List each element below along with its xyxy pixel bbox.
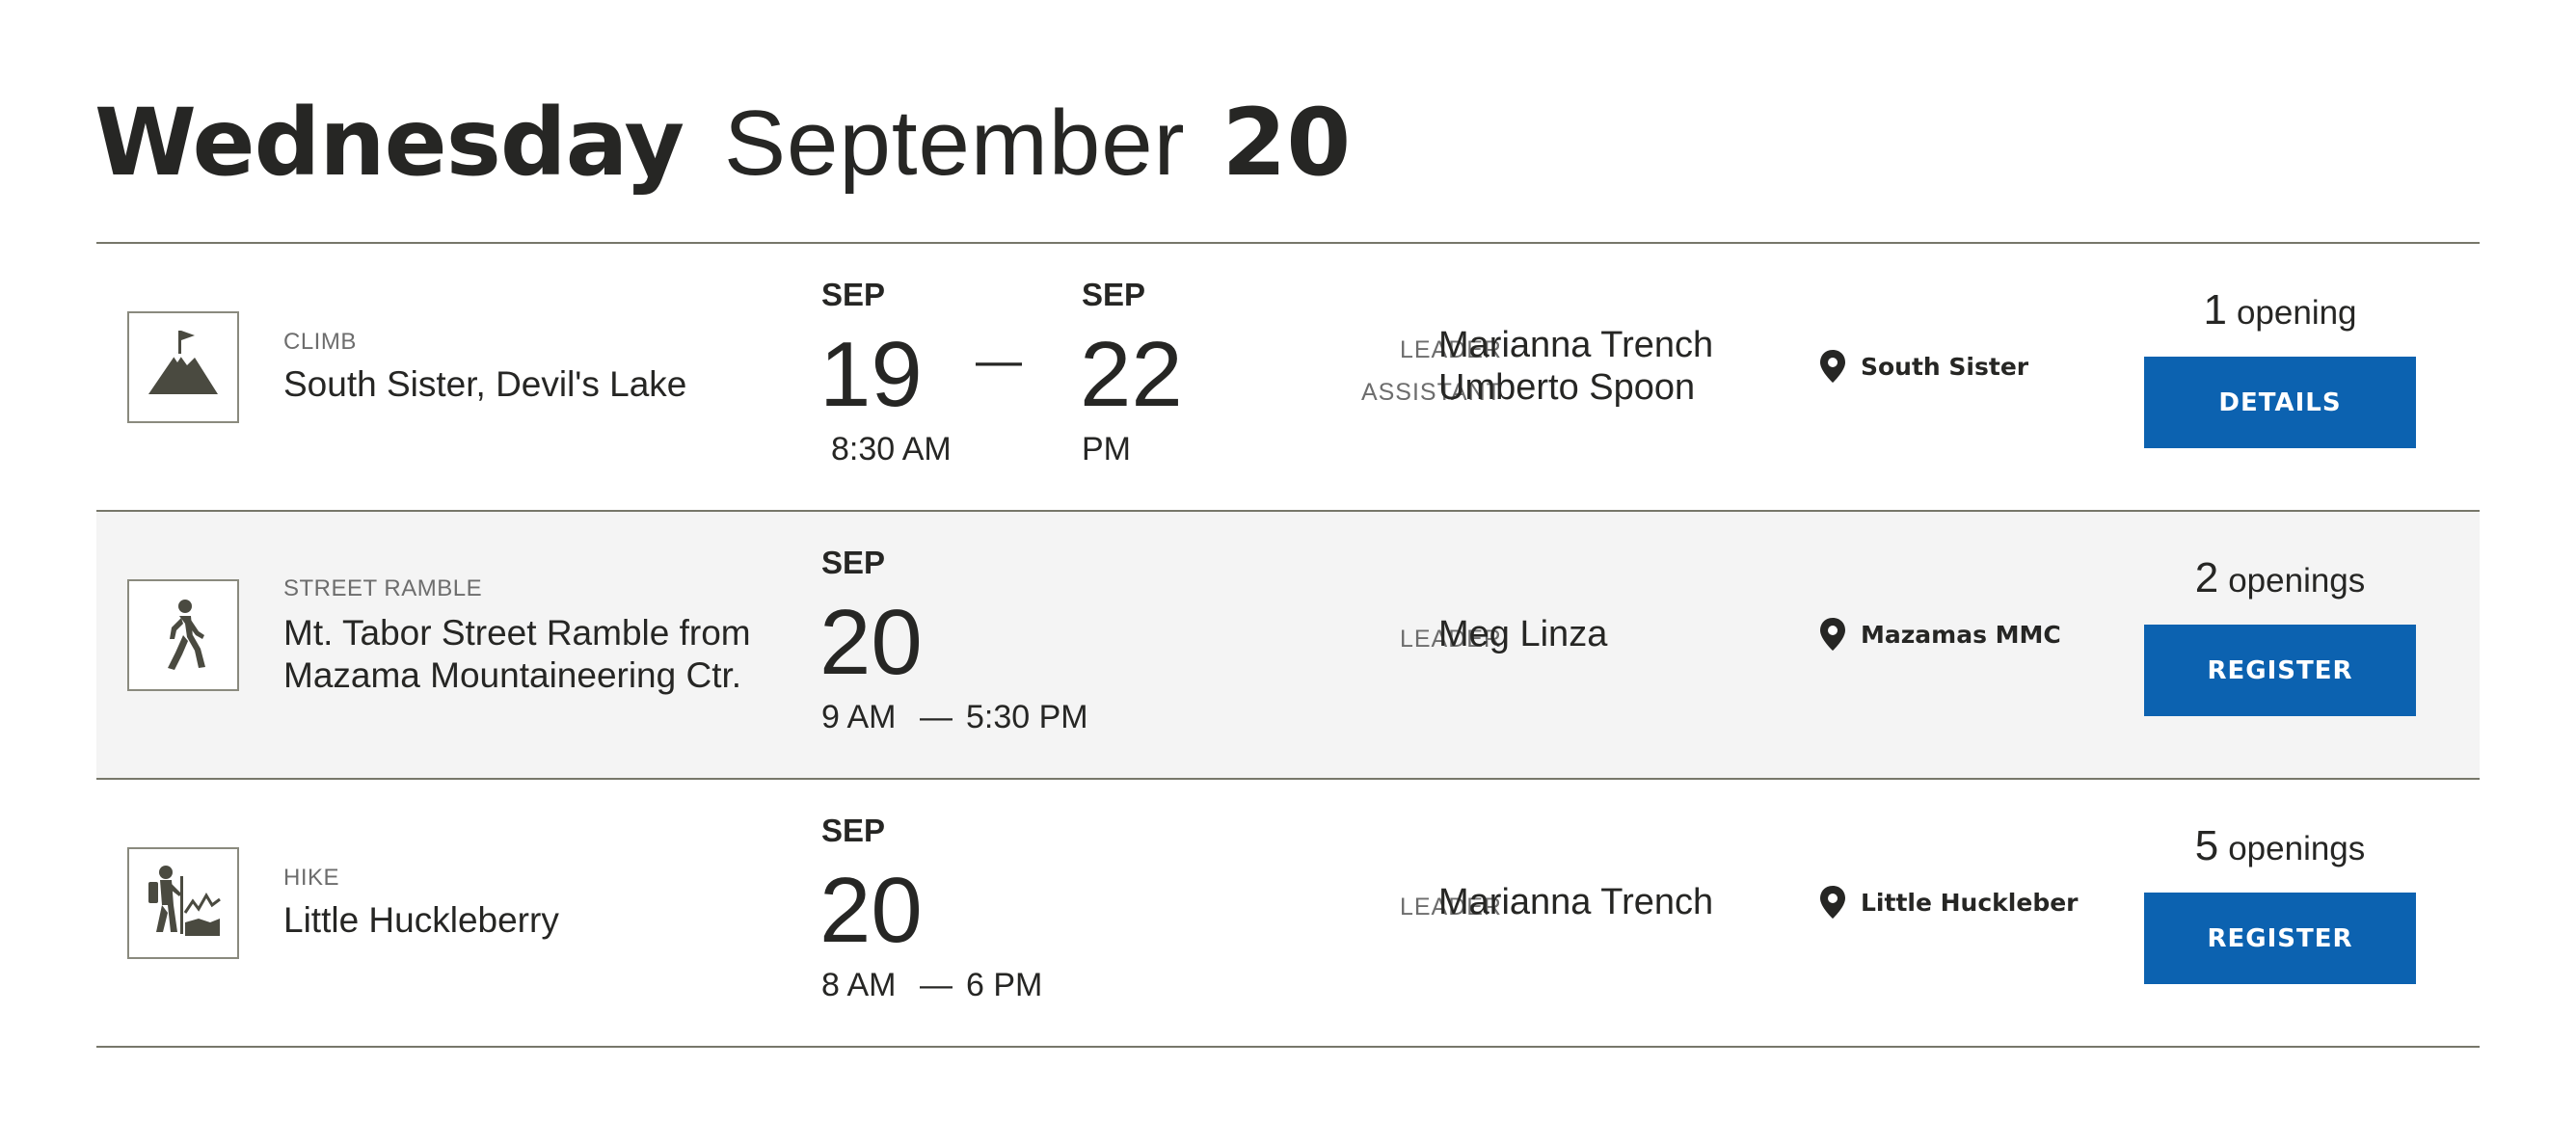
- time-dash: —: [920, 967, 953, 1003]
- page-heading: Wednesday September 20: [94, 89, 1351, 204]
- assistant-name: Umberto Spoon: [1438, 367, 1696, 408]
- heading-day: 20: [1221, 89, 1352, 197]
- walker-icon: [127, 579, 239, 691]
- openings-count: 5 openings: [2144, 822, 2416, 870]
- date-month: SEP: [821, 813, 886, 848]
- event-location: Mazamas MMC: [1818, 616, 2061, 653]
- openings-word: opening: [2236, 294, 2357, 332]
- start-day: 19: [819, 323, 923, 426]
- leader-name: Marianna Trench: [1438, 325, 1714, 365]
- date-range-dash: —: [976, 335, 1022, 387]
- openings-word: openings: [2228, 562, 2366, 600]
- event-type: STREET RAMBLE: [283, 575, 483, 601]
- start-month: SEP: [821, 277, 886, 312]
- openings-number: 2: [2194, 554, 2219, 601]
- event-row: STREET RAMBLE Mt. Tabor Street Ramble fr…: [96, 512, 2480, 780]
- event-title[interactable]: Mt. Tabor Street Ramble from Mazama Moun…: [283, 612, 785, 695]
- time-end: 5:30 PM: [966, 699, 1088, 735]
- openings-count: 2 openings: [2144, 554, 2416, 602]
- location-pin-icon: [1820, 618, 1845, 651]
- event-list: CLIMB South Sister, Devil's Lake SEP 1 9 …: [96, 242, 2480, 1048]
- date-month: SEP: [821, 545, 886, 580]
- event-location: South Sister: [1818, 348, 2028, 385]
- time-start: 8 AM: [821, 967, 897, 1003]
- openings-word: openings: [2228, 830, 2366, 867]
- heading-weekday: Wednesday: [94, 89, 684, 197]
- date-day: 20: [819, 859, 923, 962]
- end-month: SEP: [1082, 277, 1146, 312]
- heading-month: September: [724, 92, 1186, 195]
- hiker-icon: [127, 847, 239, 959]
- leader-name: Meg Linza: [1438, 614, 1608, 654]
- details-button[interactable]: DETAILS: [2144, 357, 2416, 448]
- openings-count: 1 opening: [2144, 286, 2416, 334]
- time-dash: —: [920, 699, 953, 735]
- end-day: 22: [1080, 323, 1183, 426]
- time-start: 9 AM: [821, 699, 897, 735]
- openings-number: 5: [2194, 822, 2219, 869]
- climb-icon: [127, 311, 239, 423]
- openings-number: 1: [2203, 286, 2227, 333]
- event-location: Little Huckleber: [1818, 884, 2079, 920]
- event-type: HIKE: [283, 865, 340, 891]
- location-name: South Sister: [1861, 352, 2029, 381]
- event-title[interactable]: South Sister, Devil's Lake: [283, 363, 785, 406]
- location-name: Mazamas MMC: [1861, 620, 2061, 649]
- register-button[interactable]: REGISTER: [2144, 625, 2416, 716]
- location-pin-icon: [1820, 350, 1845, 383]
- location-name: Little Huckleber: [1861, 888, 2079, 917]
- start-time: 8:30 AM: [831, 431, 952, 467]
- register-button[interactable]: REGISTER: [2144, 893, 2416, 984]
- event-row: HIKE Little Huckleberry SEP 20 8 AM — 6 …: [96, 780, 2480, 1048]
- leader-name: Marianna Trench: [1438, 882, 1714, 922]
- location-pin-icon: [1820, 886, 1845, 919]
- end-time: PM: [1082, 431, 1131, 467]
- event-type: CLIMB: [283, 329, 357, 355]
- event-row: CLIMB South Sister, Devil's Lake SEP 19 …: [96, 244, 2480, 512]
- time-end: 6 PM: [966, 967, 1043, 1003]
- event-title[interactable]: Little Huckleberry: [283, 899, 785, 942]
- date-day: 20: [819, 591, 923, 694]
